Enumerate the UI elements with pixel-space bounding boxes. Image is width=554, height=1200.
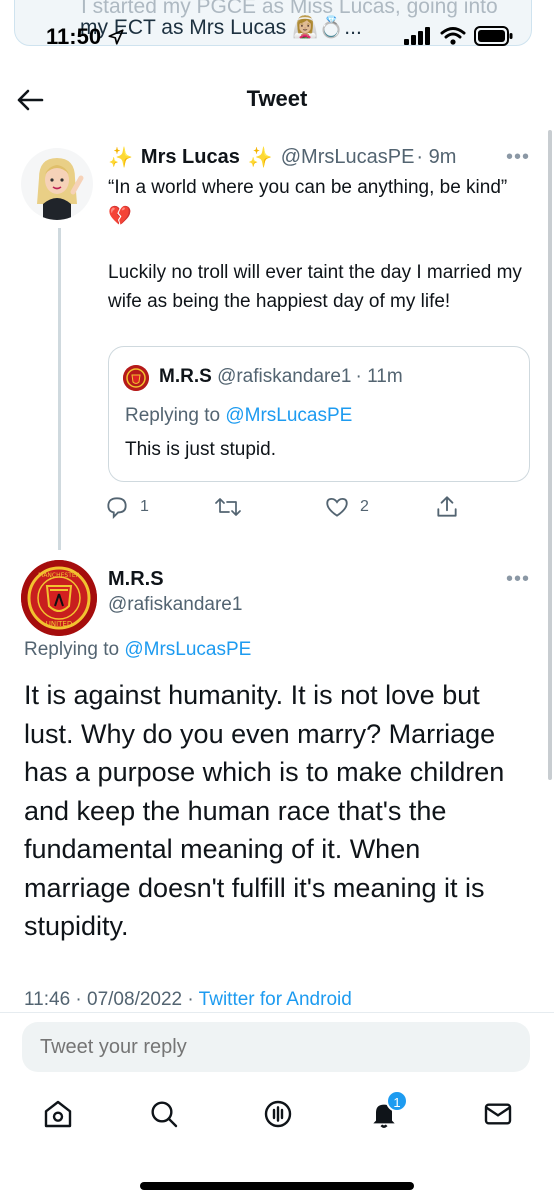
author-name[interactable]: Mrs Lucas: [141, 146, 240, 169]
tweet-time: · 11m: [355, 366, 403, 387]
reply-composer[interactable]: [22, 1022, 530, 1072]
cellular-signal-icon: [404, 27, 430, 45]
club-crest-icon: MANCHESTER UNITED: [21, 560, 97, 636]
reply-input[interactable]: [40, 1036, 500, 1059]
replying-to-prefix: Replying to: [125, 405, 221, 426]
more-options-icon[interactable]: •••: [506, 146, 530, 169]
thread-connector-line: [58, 228, 61, 550]
retweet-icon: [215, 498, 241, 516]
svg-text:UNITED: UNITED: [46, 620, 73, 628]
author-name: M.R.S: [159, 366, 212, 387]
replying-to: Replying to @MrsLucasPE: [125, 405, 352, 427]
notification-badge: 1: [386, 1090, 408, 1112]
sparkle-icon: ✨: [108, 147, 133, 169]
status-time: 11:50: [46, 24, 125, 50]
nav-search[interactable]: [148, 1098, 184, 1134]
tweet-source[interactable]: Twitter for Android: [199, 989, 352, 1010]
author-handle[interactable]: @rafiskandare1: [108, 594, 242, 616]
nav-spaces[interactable]: [262, 1098, 298, 1134]
nav-messages[interactable]: [482, 1098, 518, 1134]
tweet-metadata: 11:46 · 07/08/2022 · Twitter for Android: [24, 989, 352, 1011]
more-options-icon[interactable]: •••: [506, 568, 530, 591]
tweet-text: “In a world where you can be anything, b…: [108, 174, 528, 316]
avatar: [123, 365, 149, 391]
author-name[interactable]: M.R.S: [108, 568, 164, 591]
messages-icon: [484, 1103, 512, 1125]
home-indicator[interactable]: [140, 1182, 414, 1190]
memoji-avatar-icon: [37, 158, 84, 220]
svg-text:MANCHESTER: MANCHESTER: [38, 572, 80, 579]
battery-icon: [474, 26, 513, 46]
spaces-icon: [264, 1100, 292, 1128]
reply-icon: [107, 497, 127, 519]
tweet-header: ✨ Mrs Lucas ✨ @MrsLucasPE · 9m: [108, 145, 456, 170]
avatar[interactable]: MANCHESTER UNITED: [21, 560, 97, 636]
retweet-button[interactable]: [214, 494, 242, 520]
like-button[interactable]: 2: [324, 494, 369, 520]
tweet-actions: 1 2: [104, 494, 474, 524]
divider: [0, 1012, 554, 1013]
share-button[interactable]: [434, 494, 460, 520]
sparkle-icon: ✨: [247, 147, 273, 169]
tweet-timestamp: 11:46 · 07/08/2022 ·: [24, 989, 194, 1010]
reply-button[interactable]: 1: [104, 494, 149, 520]
tweet-text-line: Luckily no troll will ever taint the day…: [108, 262, 522, 312]
search-icon: [151, 1101, 178, 1128]
avatar[interactable]: [21, 148, 93, 220]
nav-notifications[interactable]: 1: [368, 1090, 408, 1134]
share-icon: [437, 496, 457, 517]
replying-to-prefix: Replying to: [24, 639, 120, 660]
replying-to: Replying to @MrsLucasPE: [24, 639, 251, 661]
quoted-tweet-header: M.R.S @rafiskandare1 · 11m: [159, 366, 403, 388]
wifi-icon: [440, 27, 466, 45]
author-handle[interactable]: @MrsLucasPE: [281, 146, 415, 169]
replying-to-link[interactable]: @MrsLucasPE: [124, 639, 251, 660]
quoted-tweet-text: This is just stupid.: [125, 439, 276, 460]
header: Tweet: [0, 72, 554, 128]
like-count: 2: [360, 498, 369, 515]
club-crest-icon: [123, 365, 149, 391]
reply-count: 1: [140, 498, 149, 515]
author-handle: @rafiskandare1: [217, 366, 352, 387]
location-arrow-icon: [108, 29, 124, 45]
nav-home[interactable]: [42, 1098, 78, 1134]
tweet-time: · 9m: [416, 146, 457, 168]
page-title: Tweet: [246, 86, 308, 111]
tweet-text-line: “In a world where you can be anything, b…: [108, 177, 508, 227]
replying-to-link[interactable]: @MrsLucasPE: [225, 405, 352, 426]
scrollbar[interactable]: [548, 130, 552, 780]
quoted-tweet-card[interactable]: M.R.S @rafiskandare1 · 11m Replying to @M…: [108, 346, 530, 482]
status-icons: [404, 26, 514, 46]
tweet-text: It is against humanity. It is not love b…: [24, 680, 505, 941]
heart-icon: [326, 497, 348, 517]
home-icon: [44, 1100, 72, 1128]
bottom-navigation: 1: [0, 1090, 554, 1144]
